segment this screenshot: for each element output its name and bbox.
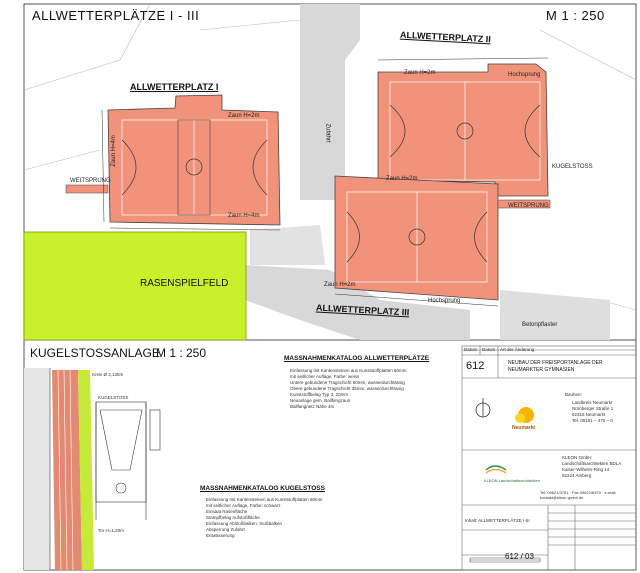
track-area <box>24 368 94 571</box>
fence-label-p3-bottom: Zaun H=2m <box>324 282 356 288</box>
fence-label-p2-top: Zaun H=2m <box>404 70 436 76</box>
client-line: Tel. 09181 – 470 – 0 <box>572 418 613 423</box>
kugel-catalog-list: Einfassung mit Kantensteinen aus Kunstst… <box>206 497 323 539</box>
project-title: NEUBAU DER FREISPORTANLAGE DER NEUMARKTE… <box>508 360 603 373</box>
kleon-brand-text: KLEON Landschaftsarchitekten <box>484 478 540 483</box>
weitsprung-label-1: WEITSPRUNG <box>70 178 111 184</box>
catalog-item: Ballfangnetz Nähe 4m <box>290 404 335 409</box>
north-arrow-icon <box>475 398 491 418</box>
road-upper <box>300 4 360 200</box>
hochsprung-label-1: Hochsprung <box>508 72 541 78</box>
fence-label-p1-top: Zaun H=2m <box>228 113 260 119</box>
road-cross <box>250 225 325 265</box>
plan-number: 612 <box>466 360 485 372</box>
road-right <box>500 290 610 340</box>
kugel-section-title: KUGELSTOSSANLAGE <box>30 346 160 360</box>
plan-content: Inhalt: ALLWETTERPLÄTZE I-III <box>465 518 530 523</box>
catalog-list: Einfassung mit Kantensteinen aus Kunstst… <box>290 368 407 410</box>
shot-put-facility <box>95 401 161 520</box>
neumarkt-logo-icon <box>515 407 534 423</box>
client-label: Bauherr: <box>565 392 583 397</box>
revision-header-1: Datum <box>464 347 478 352</box>
kugel-gate-label: Tor H=1,20m <box>98 528 124 533</box>
place-1-label: ALLWETTERPLATZ I <box>130 82 219 92</box>
court-3 <box>334 175 499 301</box>
page-scale: M 1 : 250 <box>546 8 605 23</box>
fence-label-p3-top: Zaun H=2m <box>386 176 418 182</box>
fence-label-p1-bottom: Zaun H=4m <box>228 213 260 219</box>
sheet-number: 612 / 03 <box>505 552 534 561</box>
contact-line: Tel. 09621/3751 · Fax 09621/6370 · e-mai… <box>540 490 617 500</box>
architect-block: KLEON GmbH Landschaftsarchitekten BDLA K… <box>562 455 621 479</box>
kugel-dimension-label: Kreis Ø 2,135m <box>92 372 124 377</box>
revision-header-3: Art der Änderung <box>500 347 535 352</box>
page-title: ALLWETTERPLÄTZE I - III <box>32 8 200 23</box>
fence-label-p1-left: Zaun H=4m <box>110 135 117 167</box>
revision-header-2: Datum <box>482 347 496 352</box>
betonpflaster-label: Betonpflaster <box>522 322 558 328</box>
kugel-drawing-label: KUGELSTOSS <box>98 395 129 400</box>
long-jump-strip-1 <box>65 184 109 194</box>
architect-line: 92224 Amberg <box>562 473 592 478</box>
weitsprung-label-2: WEITSPRUNG <box>508 203 549 209</box>
kugel-section-scale: M 1 : 250 <box>156 346 207 360</box>
kugelstoss-label: KUGELSTOSS <box>552 164 593 170</box>
zufahrt-label: Zufahrt <box>324 123 331 143</box>
plan-sheet: ALLWETTERPLÄTZE I - III M 1 : 250 ALLWET… <box>0 0 640 573</box>
lawn-label: RASENSPIELFELD <box>140 278 229 289</box>
neumarkt-logo-text: Neumarkt <box>512 425 536 431</box>
client-block: Landkreis Neumarkt Nürnberger Straße 1 9… <box>572 400 613 424</box>
kleon-logo-icon <box>485 465 507 474</box>
kugel-catalog-item: Entwässerung <box>206 533 235 538</box>
catalog-title: MASSNAHMENKATALOG ALLWETTERPLÄTZE <box>284 355 430 362</box>
kugel-catalog-title: MASSNAHMENKATALOG KUGELSTOSS <box>200 485 325 492</box>
hochsprung-label-2: Hochsprung <box>428 298 461 304</box>
